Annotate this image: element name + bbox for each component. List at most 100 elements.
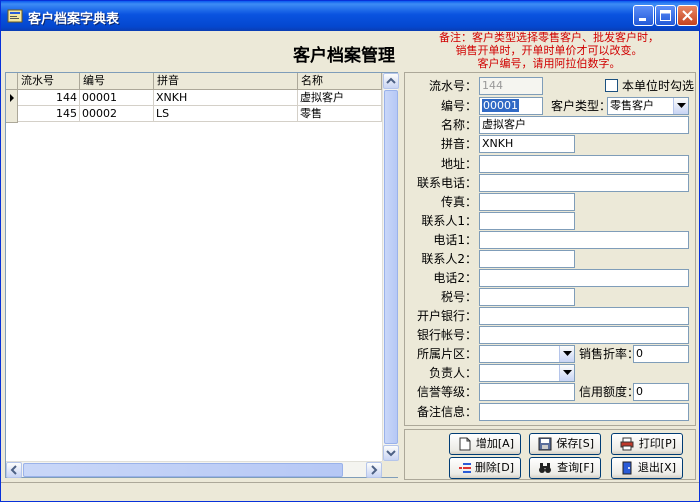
scroll-up-button[interactable] [383,73,399,89]
customer-type-select[interactable]: 零售客户 [607,97,689,115]
scroll-thumb[interactable] [23,463,343,477]
print-button[interactable]: 打印[P] [611,433,683,455]
column-header-code[interactable]: 编号 [80,73,154,90]
table-cell[interactable]: XNKH [154,90,298,106]
close-icon [682,10,693,21]
scroll-left-button[interactable] [6,462,22,478]
contact2-field[interactable] [479,250,575,268]
query-button[interactable]: 查询[F] [529,457,601,479]
scroll-right-button[interactable] [366,462,382,478]
remark-field[interactable] [479,403,689,421]
address-field[interactable] [479,155,689,173]
chevron-down-icon [563,351,572,356]
exit-door-icon [622,461,632,475]
table-cell[interactable]: 虚拟客户 [298,90,382,106]
own-unit-checkbox[interactable] [605,79,618,92]
grid-corner [6,73,18,90]
binoculars-icon [539,463,551,473]
vertical-scrollbar[interactable] [382,73,399,461]
customer-type-dropdown-button[interactable] [673,98,688,114]
region-dropdown-button[interactable] [559,346,574,362]
tel1-label: 电话1： [433,233,477,247]
taxno-field[interactable] [479,288,575,306]
print-button-label: 打印[P] [638,437,676,450]
credit-limit-label: 信用额度： [579,385,640,399]
delete-button[interactable]: 删除[D] [449,457,521,479]
delete-button-label: 删除[D] [474,461,514,474]
customer-grid[interactable]: 流水号 编号 拼音 名称 144 00001 XNKH 虚拟客户 145 000… [5,72,399,478]
name-field[interactable]: 虚拟客户 [479,116,689,134]
minimize-button[interactable] [633,5,654,26]
exit-button-label: 退出[X] [637,461,676,474]
region-select[interactable] [479,345,575,363]
taxno-label: 税号： [440,290,477,304]
table-cell[interactable]: LS [154,106,298,122]
column-header-name[interactable]: 名称 [298,73,382,90]
table-cell[interactable]: 145 [18,106,80,122]
customer-type-value: 零售客户 [610,99,654,112]
button-panel: 增加[A] 保存[S] 打印[P] 删除[D] 查询[F] 退出[X] [404,429,696,480]
bank-field[interactable] [479,307,689,325]
table-cell[interactable]: 00002 [80,106,154,122]
account-label: 银行帐号： [416,328,477,342]
query-button-label: 查询[F] [557,461,594,474]
save-button[interactable]: 保存[S] [529,433,601,455]
printer-icon [620,437,634,451]
row-indicator[interactable] [6,90,18,107]
note-line: 备注：客户类型选择零售客户、批发客户时， [439,31,659,44]
table-cell[interactable]: 144 [18,90,80,106]
title-bar[interactable]: 客户档案字典表 [1,1,699,31]
chevron-right-icon [371,465,378,475]
app-icon [7,9,23,23]
address-label: 地址： [440,157,477,171]
new-document-icon [459,437,471,451]
save-icon [538,437,552,451]
credit-level-field[interactable] [479,383,575,401]
close-button[interactable] [677,5,698,26]
table-cell[interactable]: 零售 [298,106,382,122]
minimize-icon [639,18,646,21]
chevron-down-icon [677,103,686,108]
column-header-serial[interactable]: 流水号 [18,73,80,90]
credit-level-label: 信誉等级： [416,385,477,399]
contact2-label: 联系人2： [421,252,477,266]
exit-button[interactable]: 退出[X] [611,457,683,479]
manager-label: 负责人： [428,366,477,380]
scroll-thumb[interactable] [384,90,398,444]
name-label: 名称： [440,118,477,132]
maximize-icon [660,10,671,21]
row-indicator[interactable] [6,106,18,123]
phone-field[interactable] [479,174,689,192]
discount-field[interactable]: 0 [633,345,689,363]
remark-label: 备注信息： [416,405,477,419]
scroll-corner [382,461,398,477]
pinyin-field[interactable]: XNKH [479,135,575,153]
manager-select[interactable] [479,364,575,382]
chevron-up-icon [386,77,396,84]
tel1-field[interactable] [479,231,689,249]
scroll-down-button[interactable] [383,445,399,461]
code-value: 00001 [482,99,519,112]
horizontal-scrollbar[interactable] [6,461,382,478]
credit-limit-field[interactable]: 0 [633,383,689,401]
maximize-button[interactable] [655,5,676,26]
window-title: 客户档案字典表 [28,12,120,27]
add-button[interactable]: 增加[A] [449,433,521,455]
region-label: 所属片区： [416,347,477,361]
add-button-label: 增加[A] [475,437,514,450]
fax-field[interactable] [479,193,575,211]
chevron-left-icon [10,465,17,475]
discount-label: 销售折率： [579,347,640,361]
contact1-label: 联系人1： [421,214,477,228]
tel2-field[interactable] [479,269,689,287]
account-field[interactable] [479,326,689,344]
contact1-field[interactable] [479,212,575,230]
table-cell[interactable]: 00001 [80,90,154,106]
chevron-down-icon [563,370,572,375]
page-title: 客户档案管理 [293,46,395,66]
column-header-pinyin[interactable]: 拼音 [154,73,298,90]
serial-field[interactable]: 144 [479,77,543,95]
note-line: 客户编号，请用阿拉伯数字。 [477,57,621,70]
code-field[interactable]: 00001 [479,97,543,115]
manager-dropdown-button[interactable] [559,365,574,381]
